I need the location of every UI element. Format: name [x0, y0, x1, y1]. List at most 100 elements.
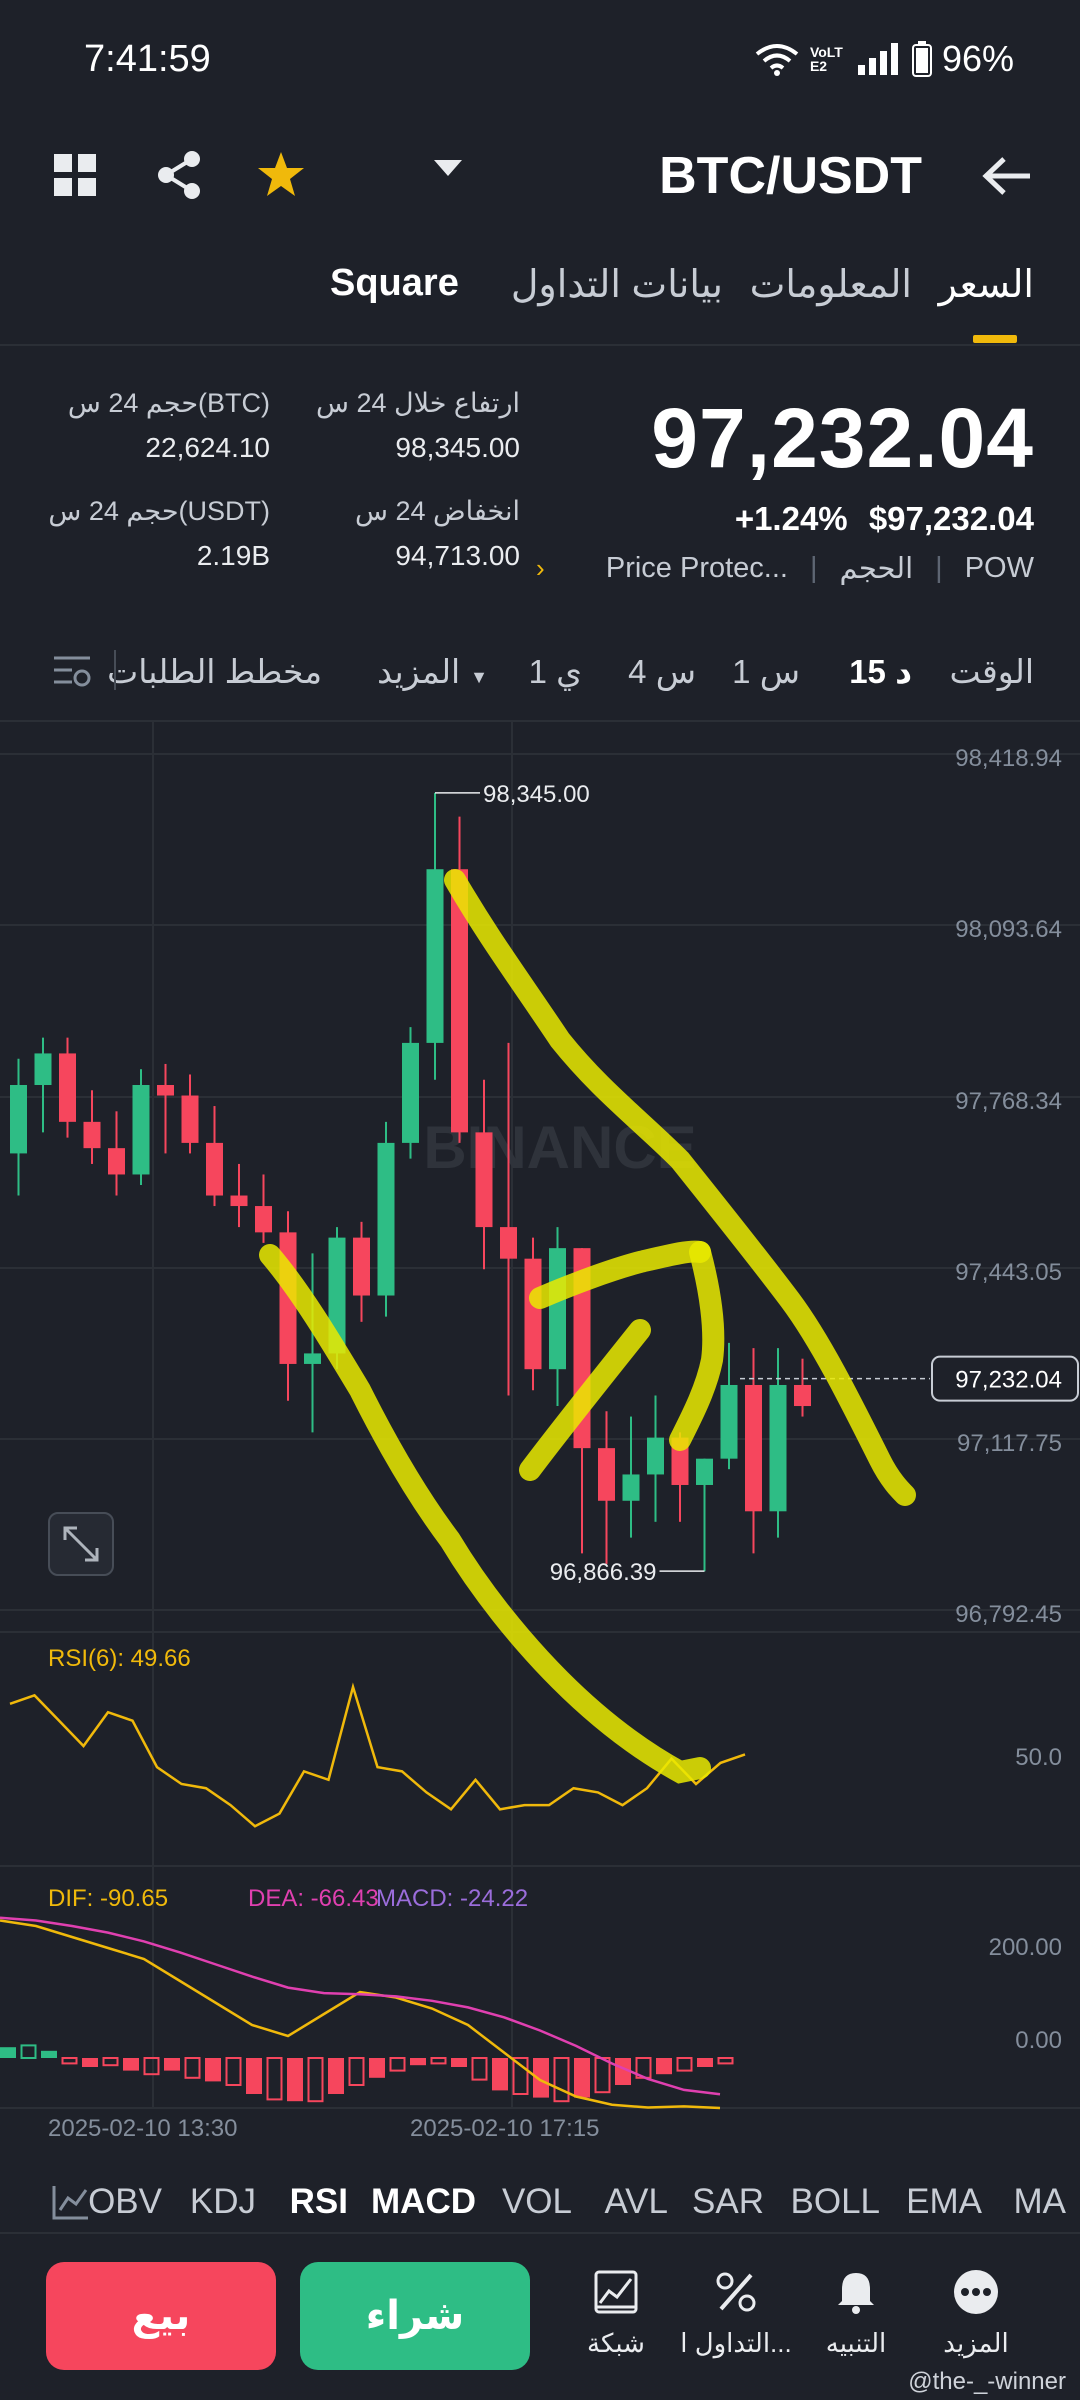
candle-body — [745, 1384, 762, 1512]
indicator-boll[interactable]: BOLL — [791, 2182, 881, 2222]
indicator-sar[interactable]: SAR — [692, 2182, 764, 2222]
candle-body — [524, 1258, 542, 1370]
candle-body — [353, 1237, 370, 1296]
macd-hist-bar — [61, 2057, 78, 2065]
indicator-macd[interactable]: MACD — [371, 2182, 476, 2222]
vol-usdt-label: حجم 24 س(USDT) — [48, 496, 270, 526]
macd-hist-bar — [20, 2044, 37, 2060]
status-time: 7:41:59 — [84, 38, 211, 80]
back-arrow-icon[interactable] — [982, 156, 1032, 196]
macd-hist-bar — [389, 2057, 406, 2072]
nav-alert[interactable]: التنبيه — [796, 2262, 916, 2359]
signal-icon — [857, 43, 898, 75]
share-icon[interactable] — [156, 150, 202, 200]
candle-body — [647, 1437, 664, 1475]
price-axis-label: 97,117.75 — [957, 1430, 1062, 1457]
nav-alert-label: التنبيه — [825, 2328, 887, 2358]
candle-body — [598, 1448, 615, 1501]
indicator-kdj[interactable]: KDJ — [190, 2182, 256, 2222]
vol-btc-value: 22,624.10 — [145, 432, 270, 463]
indicator-vol[interactable]: VOL — [502, 2182, 572, 2222]
tag-pow[interactable]: POW — [965, 552, 1034, 585]
interval-divider — [114, 650, 116, 690]
nav-grid-bot[interactable]: شبكة — [556, 2262, 676, 2359]
macd-hist-bar — [492, 2058, 508, 2091]
interval-1h[interactable]: 1 س — [732, 652, 800, 691]
candle-body — [206, 1142, 223, 1196]
price-axis-label: 97,768.34 — [955, 1088, 1062, 1115]
candle-body — [181, 1095, 199, 1143]
macd-hist-bar — [328, 2058, 344, 2094]
nav-margin-trading[interactable]: التداول ا... — [676, 2262, 796, 2359]
macd-hist-bar — [574, 2058, 590, 2098]
candle-body — [83, 1121, 101, 1149]
tag-price-protect[interactable]: Price Protec... — [606, 552, 788, 585]
tab-price[interactable]: السعر — [939, 262, 1034, 307]
interval-4h[interactable]: 4 س — [628, 652, 696, 691]
macd-hist-bar — [266, 2057, 283, 2101]
tab-active-indicator — [973, 335, 1017, 343]
macd-hist-bar — [246, 2058, 262, 2094]
depth-chart-tab[interactable]: مخطط الطلبات — [107, 652, 322, 691]
status-indicators: VoLTE2 96% — [754, 38, 1014, 80]
star-icon[interactable] — [256, 150, 306, 198]
bell-icon — [838, 2273, 874, 2314]
macd-dea-label: DEA: -66.43 — [248, 1885, 379, 1912]
buy-button[interactable]: شراء — [300, 2262, 530, 2370]
sell-button[interactable]: بيع — [46, 2262, 276, 2370]
current-price-tag: 97,232.04 — [955, 1367, 1062, 1394]
tags-chevron-icon[interactable]: › — [536, 553, 545, 584]
expand-chart-button[interactable] — [48, 1512, 114, 1576]
indicator-ma[interactable]: MA — [1014, 2182, 1067, 2222]
macd-hist-bar — [676, 2057, 693, 2072]
interval-15m[interactable]: 15 د — [849, 652, 912, 691]
macd-hist-bar — [307, 2057, 324, 2103]
rsi-level-label: 50.0 — [1015, 1744, 1062, 1771]
candle-body — [157, 1085, 174, 1096]
status-bar: 7:41:59 VoLTE2 96% — [0, 0, 1080, 125]
grid-icon[interactable] — [54, 154, 96, 196]
macd-hist-bar — [697, 2058, 713, 2067]
time-axis-label: 2025-02-10 17:15 — [410, 2115, 600, 2142]
price-change: +1.24% — [734, 500, 848, 537]
pair-title[interactable]: BTC/USDT — [659, 146, 922, 206]
price-axis-label: 97,443.05 — [955, 1259, 1062, 1286]
candlestick-chart[interactable]: BINANCE98,418.9498,093.6497,768.3497,443… — [0, 722, 1080, 2162]
tag-volume[interactable]: الحجم — [840, 551, 914, 586]
macd-hist-bar — [348, 2057, 365, 2086]
hand-drawn-annotation — [669, 1241, 725, 1451]
indicator-rsi[interactable]: RSI — [290, 2182, 348, 2222]
candle-body — [794, 1384, 811, 1407]
interval-more[interactable]: المزيد ▼ — [377, 652, 488, 691]
low-24h-label: انخفاض 24 س — [355, 496, 520, 526]
expand-icon — [63, 1526, 99, 1562]
top-bar: BTC/USDT — [0, 130, 1080, 230]
candle-body — [108, 1148, 125, 1175]
low-24h-value: 94,713.00 — [395, 540, 520, 571]
candle-body — [475, 1132, 493, 1228]
interval-1d[interactable]: 1 ي — [529, 652, 582, 691]
indicator-ema[interactable]: EMA — [906, 2182, 982, 2222]
macd-hist-bar — [594, 2057, 611, 2094]
candle-body — [720, 1384, 738, 1459]
hand-drawn-annotation — [444, 869, 916, 1506]
price-axis-label: 96,792.45 — [955, 1601, 1062, 1628]
pair-dropdown-caret[interactable] — [434, 160, 462, 176]
indicator-settings-icon[interactable] — [52, 2184, 90, 2220]
vol-usdt-value: 2.19B — [196, 540, 270, 571]
interval-time-label[interactable]: الوقت — [950, 652, 1034, 691]
tab-square[interactable]: Square — [330, 262, 459, 305]
indicator-obv[interactable]: OBV — [88, 2182, 162, 2222]
nav-grid-bot-label: شبكة — [587, 2328, 645, 2358]
candle-body — [255, 1206, 272, 1233]
indicator-avl[interactable]: AVL — [604, 2182, 668, 2222]
macd-hist-bar — [164, 2058, 180, 2071]
macd-dea-line — [0, 1916, 721, 2096]
macd-dif-label: DIF: -90.65 — [48, 1885, 168, 1912]
nav-more[interactable]: المزيد — [916, 2262, 1036, 2359]
tab-trading-data[interactable]: بيانات التداول — [511, 262, 723, 307]
tab-info[interactable]: المعلومات — [750, 262, 912, 307]
candle-body — [132, 1085, 150, 1175]
chart-settings-icon[interactable] — [52, 652, 92, 690]
macd-hist-bar — [143, 2057, 160, 2076]
